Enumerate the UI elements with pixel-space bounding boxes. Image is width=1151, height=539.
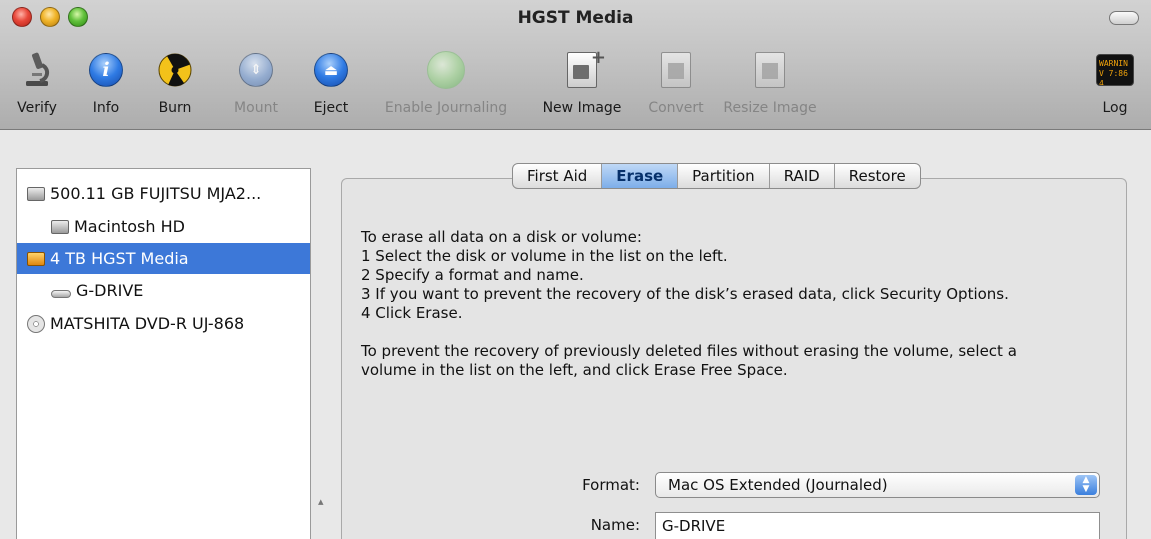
disk-item-g-drive[interactable]: G-DRIVE [17, 275, 310, 306]
window-title: HGST Media [517, 8, 634, 28]
disk-item-label: Macintosh HD [74, 217, 185, 236]
mount-label: Mount [234, 100, 278, 116]
resize-image-button[interactable]: Resize Image [720, 40, 820, 128]
disk-item-label: G-DRIVE [76, 281, 144, 300]
instruction-line: 2 Specify a format and name. [361, 266, 584, 284]
disk-item-fujitsu[interactable]: 500.11 GB FUJITSU MJA2... [17, 178, 310, 209]
disk-item-label: 4 TB HGST Media [50, 249, 189, 268]
external-disk-icon [27, 251, 45, 266]
toolbar-toggle-button[interactable] [1109, 11, 1139, 25]
format-select-value: Mac OS Extended (Journaled) [668, 476, 888, 494]
resize-image-icon [750, 50, 790, 90]
window-toolbar: HGST Media Verify i Info Burn ⇕ Mount ⏏ … [0, 0, 1151, 130]
splitter-grip-icon[interactable]: ▴ [318, 495, 324, 508]
convert-button[interactable]: Convert [638, 40, 714, 128]
new-image-icon: + [562, 47, 606, 90]
free-space-note-line: To prevent the recovery of previously de… [361, 342, 1017, 360]
tab-raid[interactable]: RAID [770, 164, 835, 188]
disk-item-label: MATSHITA DVD-R UJ-868 [50, 314, 245, 333]
name-label: Name: [590, 516, 640, 534]
disk-list[interactable]: 500.11 GB FUJITSU MJA2... Macintosh HD 4… [16, 168, 311, 539]
enable-journaling-label: Enable Journaling [384, 100, 508, 116]
tab-erase[interactable]: Erase [602, 164, 679, 188]
disk-item-label: 500.11 GB FUJITSU MJA2... [50, 184, 262, 203]
mount-icon: ⇕ [236, 50, 276, 90]
info-icon: i [86, 50, 126, 90]
convert-label: Convert [648, 100, 704, 116]
tab-bar: First Aid Erase Partition RAID Restore [512, 163, 921, 189]
burn-label: Burn [158, 100, 192, 116]
optical-drive-icon [27, 314, 45, 333]
hard-disk-icon [27, 186, 45, 201]
eject-icon: ⏏ [311, 50, 351, 90]
instruction-line: To erase all data on a disk or volume: [361, 228, 642, 246]
tab-first-aid[interactable]: First Aid [513, 164, 603, 188]
erase-instructions: To erase all data on a disk or volume: 1… [361, 228, 1121, 380]
convert-icon [656, 50, 696, 90]
tab-partition[interactable]: Partition [678, 164, 770, 188]
log-icon-line-2: V 7:86 4 [1099, 69, 1128, 86]
disk-item-macintosh-hd[interactable]: Macintosh HD [17, 211, 310, 242]
log-label: Log [1102, 100, 1128, 116]
format-select[interactable]: Mac OS Extended (Journaled) ▲ ▼ [655, 472, 1100, 498]
eject-label: Eject [313, 100, 349, 116]
resize-image-label: Resize Image [723, 100, 817, 116]
volume-icon [51, 219, 69, 234]
log-icon-line-1: WARNIN [1099, 59, 1128, 68]
journaling-icon [426, 50, 466, 90]
new-image-button[interactable]: + New Image [530, 40, 634, 128]
log-button[interactable]: WARNIN V 7:86 4 Log [1086, 40, 1144, 128]
select-arrows-icon: ▲ ▼ [1075, 475, 1097, 495]
instruction-line: 4 Click Erase. [361, 304, 463, 322]
log-icon: WARNIN V 7:86 4 [1095, 50, 1135, 90]
eject-button[interactable]: ⏏ Eject [300, 40, 362, 128]
microscope-icon [17, 50, 57, 90]
mount-button[interactable]: ⇕ Mount [220, 40, 292, 128]
volume-icon [51, 289, 71, 298]
format-label: Format: [582, 476, 640, 494]
free-space-note-line: volume in the list on the left, and clic… [361, 361, 788, 379]
burn-button[interactable]: Burn [146, 40, 204, 128]
name-field[interactable] [655, 512, 1100, 539]
instruction-line: 3 If you want to prevent the recovery of… [361, 285, 1009, 303]
burn-icon [155, 50, 195, 90]
new-image-label: New Image [542, 100, 622, 116]
tab-restore[interactable]: Restore [835, 164, 920, 188]
verify-button[interactable]: Verify [0, 40, 74, 128]
verify-label: Verify [17, 100, 57, 116]
disk-item-hgst-media[interactable]: 4 TB HGST Media [17, 243, 310, 274]
instruction-line: 1 Select the disk or volume in the list … [361, 247, 728, 265]
enable-journaling-button[interactable]: Enable Journaling [370, 40, 522, 128]
info-button[interactable]: i Info [76, 40, 136, 128]
disk-item-dvd-drive[interactable]: MATSHITA DVD-R UJ-868 [17, 308, 310, 339]
info-label: Info [92, 100, 120, 116]
